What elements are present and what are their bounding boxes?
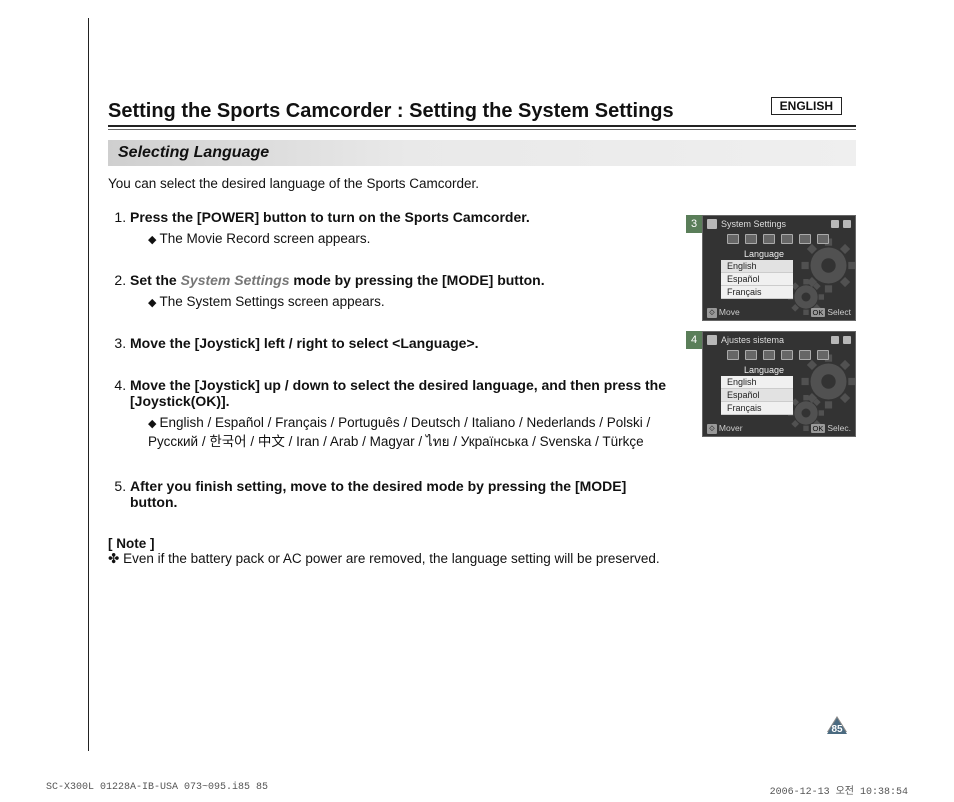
lcd-select-label: Selec. — [827, 423, 851, 433]
card-icon — [831, 336, 839, 344]
step-item: Move the [Joystick] left / right to sele… — [130, 335, 670, 351]
step-bullets: The Movie Record screen appears. — [130, 231, 670, 246]
lcd-option: Español — [721, 389, 793, 402]
ok-key-icon: OK — [811, 308, 826, 317]
print-footer: SC-X300L 01228A-IB-USA 073~095.i85 85 20… — [46, 782, 908, 798]
footer-left: SC-X300L 01228A-IB-USA 073~095.i85 85 — [46, 782, 268, 798]
step-item: Press the [POWER] button to turn on the … — [130, 209, 670, 246]
joystick-icon: ⟐ — [707, 424, 717, 434]
screenshot-wrap: 4 Ajustes sistema Language EnglishEspaño… — [686, 331, 856, 437]
step-item: Move the [Joystick] up / down to select … — [130, 377, 670, 452]
tab-icon — [763, 350, 775, 360]
lcd-title: Ajustes sistema — [721, 335, 784, 345]
tab-icon — [781, 234, 793, 244]
page-title: Setting the Sports Camcorder : Setting t… — [108, 100, 856, 127]
step-text: After you finish setting, move to the de… — [130, 478, 670, 510]
lcd-options: EnglishEspañolFrançais — [721, 376, 793, 415]
lcd-move-label: Move — [719, 307, 740, 317]
note-text: Even if the battery pack or AC power are… — [108, 551, 670, 567]
joystick-icon: ⟐ — [707, 308, 717, 318]
lcd-option: Español — [721, 273, 793, 286]
step-text: Set the System Settings mode by pressing… — [130, 272, 670, 288]
note-label: [ Note ] — [108, 536, 670, 551]
step-text: Press the [POWER] button to turn on the … — [130, 209, 670, 225]
page-number: 85 — [824, 724, 850, 735]
footer-right: 2006-12-13 오전 10:38:54 — [770, 782, 908, 798]
tab-icon — [763, 234, 775, 244]
emphasis-text: System Settings — [181, 272, 290, 288]
title-underline — [108, 129, 856, 130]
lcd-option: Français — [721, 402, 793, 415]
step-text: Move the [Joystick] up / down to select … — [130, 377, 670, 409]
tab-icon — [745, 234, 757, 244]
language-label: ENGLISH — [771, 97, 842, 115]
page-number-arrow: 85 — [824, 716, 856, 736]
step-text: Move the [Joystick] left / right to sele… — [130, 335, 670, 351]
binding-margin-rule — [88, 18, 89, 751]
settings-gear-icon — [707, 219, 717, 229]
tab-icon — [799, 350, 811, 360]
lcd-tab-icons — [703, 232, 855, 248]
lcd-bottombar: ⟐Mover OKSelec. — [707, 423, 851, 434]
tab-icon — [817, 350, 829, 360]
step-item: Set the System Settings mode by pressing… — [130, 272, 670, 309]
battery-icon — [843, 220, 851, 228]
lcd-select-label: Select — [827, 307, 851, 317]
screenshot-column: 3 System Settings Language EnglishEspaño… — [686, 215, 856, 437]
step-bullet: The Movie Record screen appears. — [148, 231, 670, 246]
lcd-screen: Ajustes sistema Language EnglishEspañolF… — [702, 331, 856, 437]
lcd-options: EnglishEspañolFrançais — [721, 260, 793, 299]
tab-icon — [817, 234, 829, 244]
lcd-topbar: Ajustes sistema — [703, 332, 855, 348]
lcd-tab-label: Language — [731, 248, 797, 260]
step-bullets: English / Español / Français / Português… — [130, 415, 670, 452]
card-icon — [831, 220, 839, 228]
lcd-screen: System Settings Language EnglishEspañolF… — [702, 215, 856, 321]
steps-column: Press the [POWER] button to turn on the … — [108, 209, 670, 567]
screenshot-number: 3 — [686, 215, 702, 233]
screenshot-wrap: 3 System Settings Language EnglishEspaño… — [686, 215, 856, 321]
step-bullet: The System Settings screen appears. — [148, 294, 670, 309]
lcd-title: System Settings — [721, 219, 786, 229]
tab-icon — [727, 234, 739, 244]
page-content: ENGLISH Setting the Sports Camcorder : S… — [108, 100, 856, 567]
lcd-move-label: Mover — [719, 423, 743, 433]
step-bullet: English / Español / Français / Português… — [148, 415, 670, 452]
section-heading: Selecting Language — [108, 140, 856, 166]
ok-key-icon: OK — [811, 424, 826, 433]
tab-icon — [799, 234, 811, 244]
lcd-option: Français — [721, 286, 793, 299]
lcd-bottombar: ⟐Move OKSelect — [707, 307, 851, 318]
lcd-topbar: System Settings — [703, 216, 855, 232]
battery-icon — [843, 336, 851, 344]
lcd-option: English — [721, 376, 793, 389]
screenshot-number: 4 — [686, 331, 702, 349]
intro-text: You can select the desired language of t… — [108, 176, 856, 191]
tab-icon — [781, 350, 793, 360]
lcd-option: English — [721, 260, 793, 273]
tab-icon — [727, 350, 739, 360]
settings-gear-icon — [707, 335, 717, 345]
tab-icon — [745, 350, 757, 360]
step-item: After you finish setting, move to the de… — [130, 478, 670, 510]
lcd-tab-label: Language — [731, 364, 797, 376]
lcd-tab-icons — [703, 348, 855, 364]
step-bullets: The System Settings screen appears. — [130, 294, 670, 309]
